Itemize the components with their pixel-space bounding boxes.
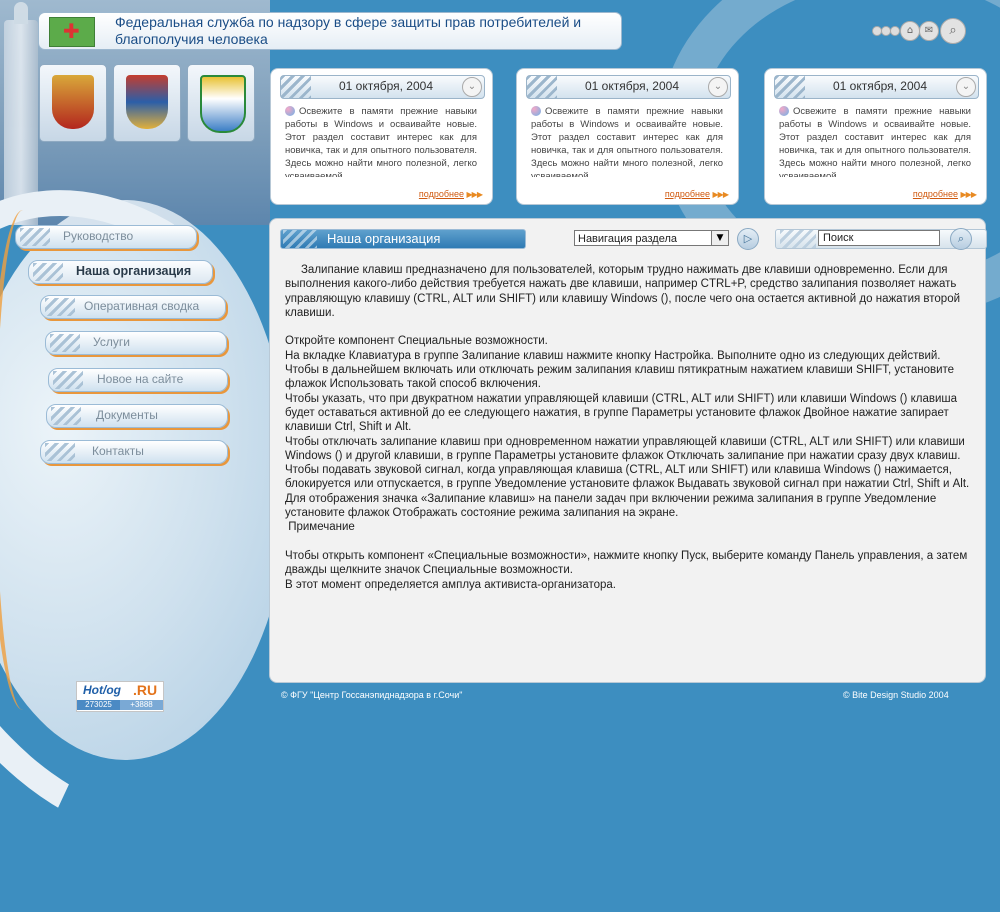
section-header: Наша организация	[280, 229, 526, 249]
article-paragraph: Для отображения значка «Залипание клавиш…	[285, 492, 937, 520]
triple-arrow-icon: ▶▶▶	[712, 190, 730, 199]
menu-item-label: Контакты	[92, 444, 144, 458]
stripe-decor	[775, 76, 805, 98]
news-header: 01 октября, 2004 ⌄	[774, 75, 979, 99]
stripe-decor	[45, 443, 75, 461]
menu-item-rukovodstvo[interactable]: Руководство	[15, 225, 197, 249]
section-title: Наша организация	[327, 231, 441, 246]
menu-item-label: Услуги	[93, 335, 130, 349]
menu-item-label: Наша организация	[76, 264, 192, 278]
news-header: 01 октября, 2004 ⌄	[526, 75, 731, 99]
menu-item-label: Руководство	[63, 229, 134, 243]
article-paragraph: Чтобы отключать залипание клавиш при одн…	[285, 435, 965, 462]
footer-design-credit: © Bite Design Studio 2004	[843, 690, 949, 700]
hotlog-counter[interactable]: Hot/og .RU 273025 +3888	[76, 681, 164, 712]
coat-of-arms-icon	[200, 75, 246, 133]
chevron-down-icon[interactable]: ⌄	[462, 77, 482, 97]
select-value: Навигация раздела	[578, 233, 678, 245]
news-more-link[interactable]: подробнее	[665, 189, 710, 199]
search-input[interactable]	[818, 230, 940, 246]
site-title: Федеральная служба по надзору в сфере за…	[115, 14, 582, 47]
news-text: Освежите в памяти прежние навыки работы …	[531, 106, 723, 177]
news-date: 01 октября, 2004	[832, 79, 927, 93]
dropdown-arrow-icon[interactable]: ▼	[711, 231, 728, 245]
triple-arrow-icon: ▶▶▶	[466, 190, 484, 199]
mail-icon[interactable]: ✉	[919, 21, 939, 41]
arrow-right-icon[interactable]: ▷	[737, 228, 759, 250]
news-more-link[interactable]: подробнее	[913, 189, 958, 199]
menu-item-nasha-organizaciya[interactable]: Наша организация	[28, 260, 213, 284]
stripe-decor	[51, 407, 81, 425]
news-text: Освежите в памяти прежние навыки работы …	[779, 106, 971, 177]
emblem-russia[interactable]	[39, 64, 107, 142]
article-paragraph: Залипание клавиш предназначено для польз…	[285, 264, 964, 319]
news-card: 01 октября, 2004 ⌄ Освежите в памяти пре…	[516, 68, 739, 205]
main-panel: Наша организация Навигация раздела ▼ ▷ ⌕…	[269, 218, 987, 683]
stripe-decor	[780, 230, 816, 248]
menu-item-dokumenty[interactable]: Документы	[46, 404, 228, 428]
search-icon[interactable]: ⌕	[950, 228, 972, 250]
flag-logo	[49, 17, 95, 47]
menu-item-novoe-na-saite[interactable]: Новое на сайте	[48, 368, 228, 392]
menu-item-operativnaya-svodka[interactable]: Оперативная сводка	[40, 295, 226, 319]
menu-item-uslugi[interactable]: Услуги	[45, 331, 227, 355]
stripe-decor	[283, 230, 317, 248]
menu-item-label: Документы	[96, 408, 158, 422]
article-note: Примечание	[285, 521, 355, 534]
article-paragraph: Чтобы в дальнейшем включать или отключат…	[285, 364, 955, 391]
emblem-sochi[interactable]	[187, 64, 255, 142]
coat-of-arms-icon	[126, 75, 168, 129]
article-body: Залипание клавиш предназначено для польз…	[285, 263, 975, 673]
menu-item-kontakty[interactable]: Контакты	[40, 440, 228, 464]
stripe-decor	[33, 263, 63, 281]
chevron-down-icon[interactable]: ⌄	[956, 77, 976, 97]
coat-of-arms-icon	[52, 75, 94, 129]
stripe-decor	[281, 76, 311, 98]
section-navigation-select[interactable]: Навигация раздела ▼	[574, 230, 729, 246]
article-paragraph: Чтобы подавать звуковой сигнал, когда уп…	[285, 464, 970, 491]
news-date: 01 октября, 2004	[584, 79, 679, 93]
menu-item-label: Новое на сайте	[97, 372, 184, 386]
chevron-down-icon[interactable]: ⌄	[708, 77, 728, 97]
menu-item-label: Оперативная сводка	[84, 299, 200, 313]
article-paragraph: На вкладке Клавиатура в группе Залипание…	[285, 349, 941, 362]
stripe-decor	[45, 298, 75, 316]
dot-icon	[890, 26, 900, 36]
news-text: Освежите в памяти прежние навыки работы …	[285, 106, 477, 177]
search-icon[interactable]: ⌕	[940, 18, 966, 44]
top-toolbar: ⌂ ✉ ⌕	[872, 18, 967, 44]
article-paragraph: Чтобы указать, что при двукратном нажати…	[285, 392, 957, 434]
stripe-decor	[20, 228, 50, 246]
counter-logo: Hot/og	[83, 683, 122, 697]
article-paragraph: В этот момент определяется амплуа активи…	[285, 578, 616, 591]
emblem-krasnodar-krai[interactable]	[113, 64, 181, 142]
news-more-link[interactable]: подробнее	[419, 189, 464, 199]
news-card: 01 октября, 2004 ⌄ Освежите в памяти пре…	[764, 68, 987, 205]
news-card: 01 октября, 2004 ⌄ Освежите в памяти пре…	[270, 68, 493, 205]
stripe-decor	[527, 76, 557, 98]
stripe-decor	[50, 334, 80, 352]
counter-hits: 273025	[77, 700, 120, 710]
article-paragraph: Откройте компонент Специальные возможнос…	[285, 335, 548, 348]
triple-arrow-icon: ▶▶▶	[960, 190, 978, 199]
counter-ru: .RU	[133, 682, 158, 698]
news-header: 01 октября, 2004 ⌄	[280, 75, 485, 99]
footer-copyright: © ФГУ "Центр Госсанэпиднадзора в г.Сочи"	[281, 690, 463, 700]
site-title-box: Федеральная служба по надзору в сфере за…	[38, 12, 622, 50]
news-date: 01 октября, 2004	[338, 79, 433, 93]
home-icon[interactable]: ⌂	[900, 21, 920, 41]
article-paragraph: Чтобы открыть компонент «Специальные воз…	[285, 549, 968, 577]
stripe-decor	[53, 371, 83, 389]
counter-today: +3888	[120, 700, 163, 710]
